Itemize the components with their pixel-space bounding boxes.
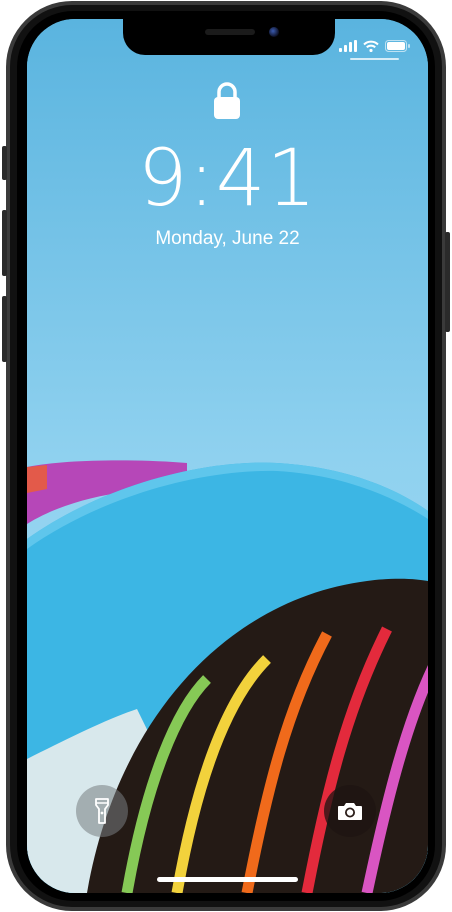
- cellular-signal-icon: [339, 40, 357, 52]
- home-indicator[interactable]: [157, 877, 298, 882]
- volume-down-button[interactable]: [2, 296, 7, 362]
- status-bar: [339, 39, 410, 53]
- lock-screen[interactable]: 9:41 Monday, June 22: [27, 19, 428, 893]
- front-camera: [269, 27, 279, 37]
- battery-icon: [385, 40, 410, 52]
- volume-up-button[interactable]: [2, 210, 7, 276]
- camera-icon: [338, 803, 362, 820]
- camera-button[interactable]: [324, 785, 376, 837]
- lock-screen-date: Monday, June 22: [155, 228, 300, 249]
- control-center-indicator[interactable]: [350, 58, 399, 60]
- wifi-icon: [363, 40, 379, 52]
- earpiece-speaker: [205, 29, 255, 35]
- flashlight-button[interactable]: [76, 785, 128, 837]
- lock-screen-time: 9:41: [137, 134, 318, 224]
- side-button[interactable]: [445, 232, 450, 332]
- iphone-device: 9:41 Monday, June 22: [0, 0, 452, 912]
- notch: [123, 19, 335, 55]
- mute-switch[interactable]: [2, 146, 7, 180]
- flashlight-icon: [95, 798, 109, 824]
- lock-icon: [214, 82, 240, 119]
